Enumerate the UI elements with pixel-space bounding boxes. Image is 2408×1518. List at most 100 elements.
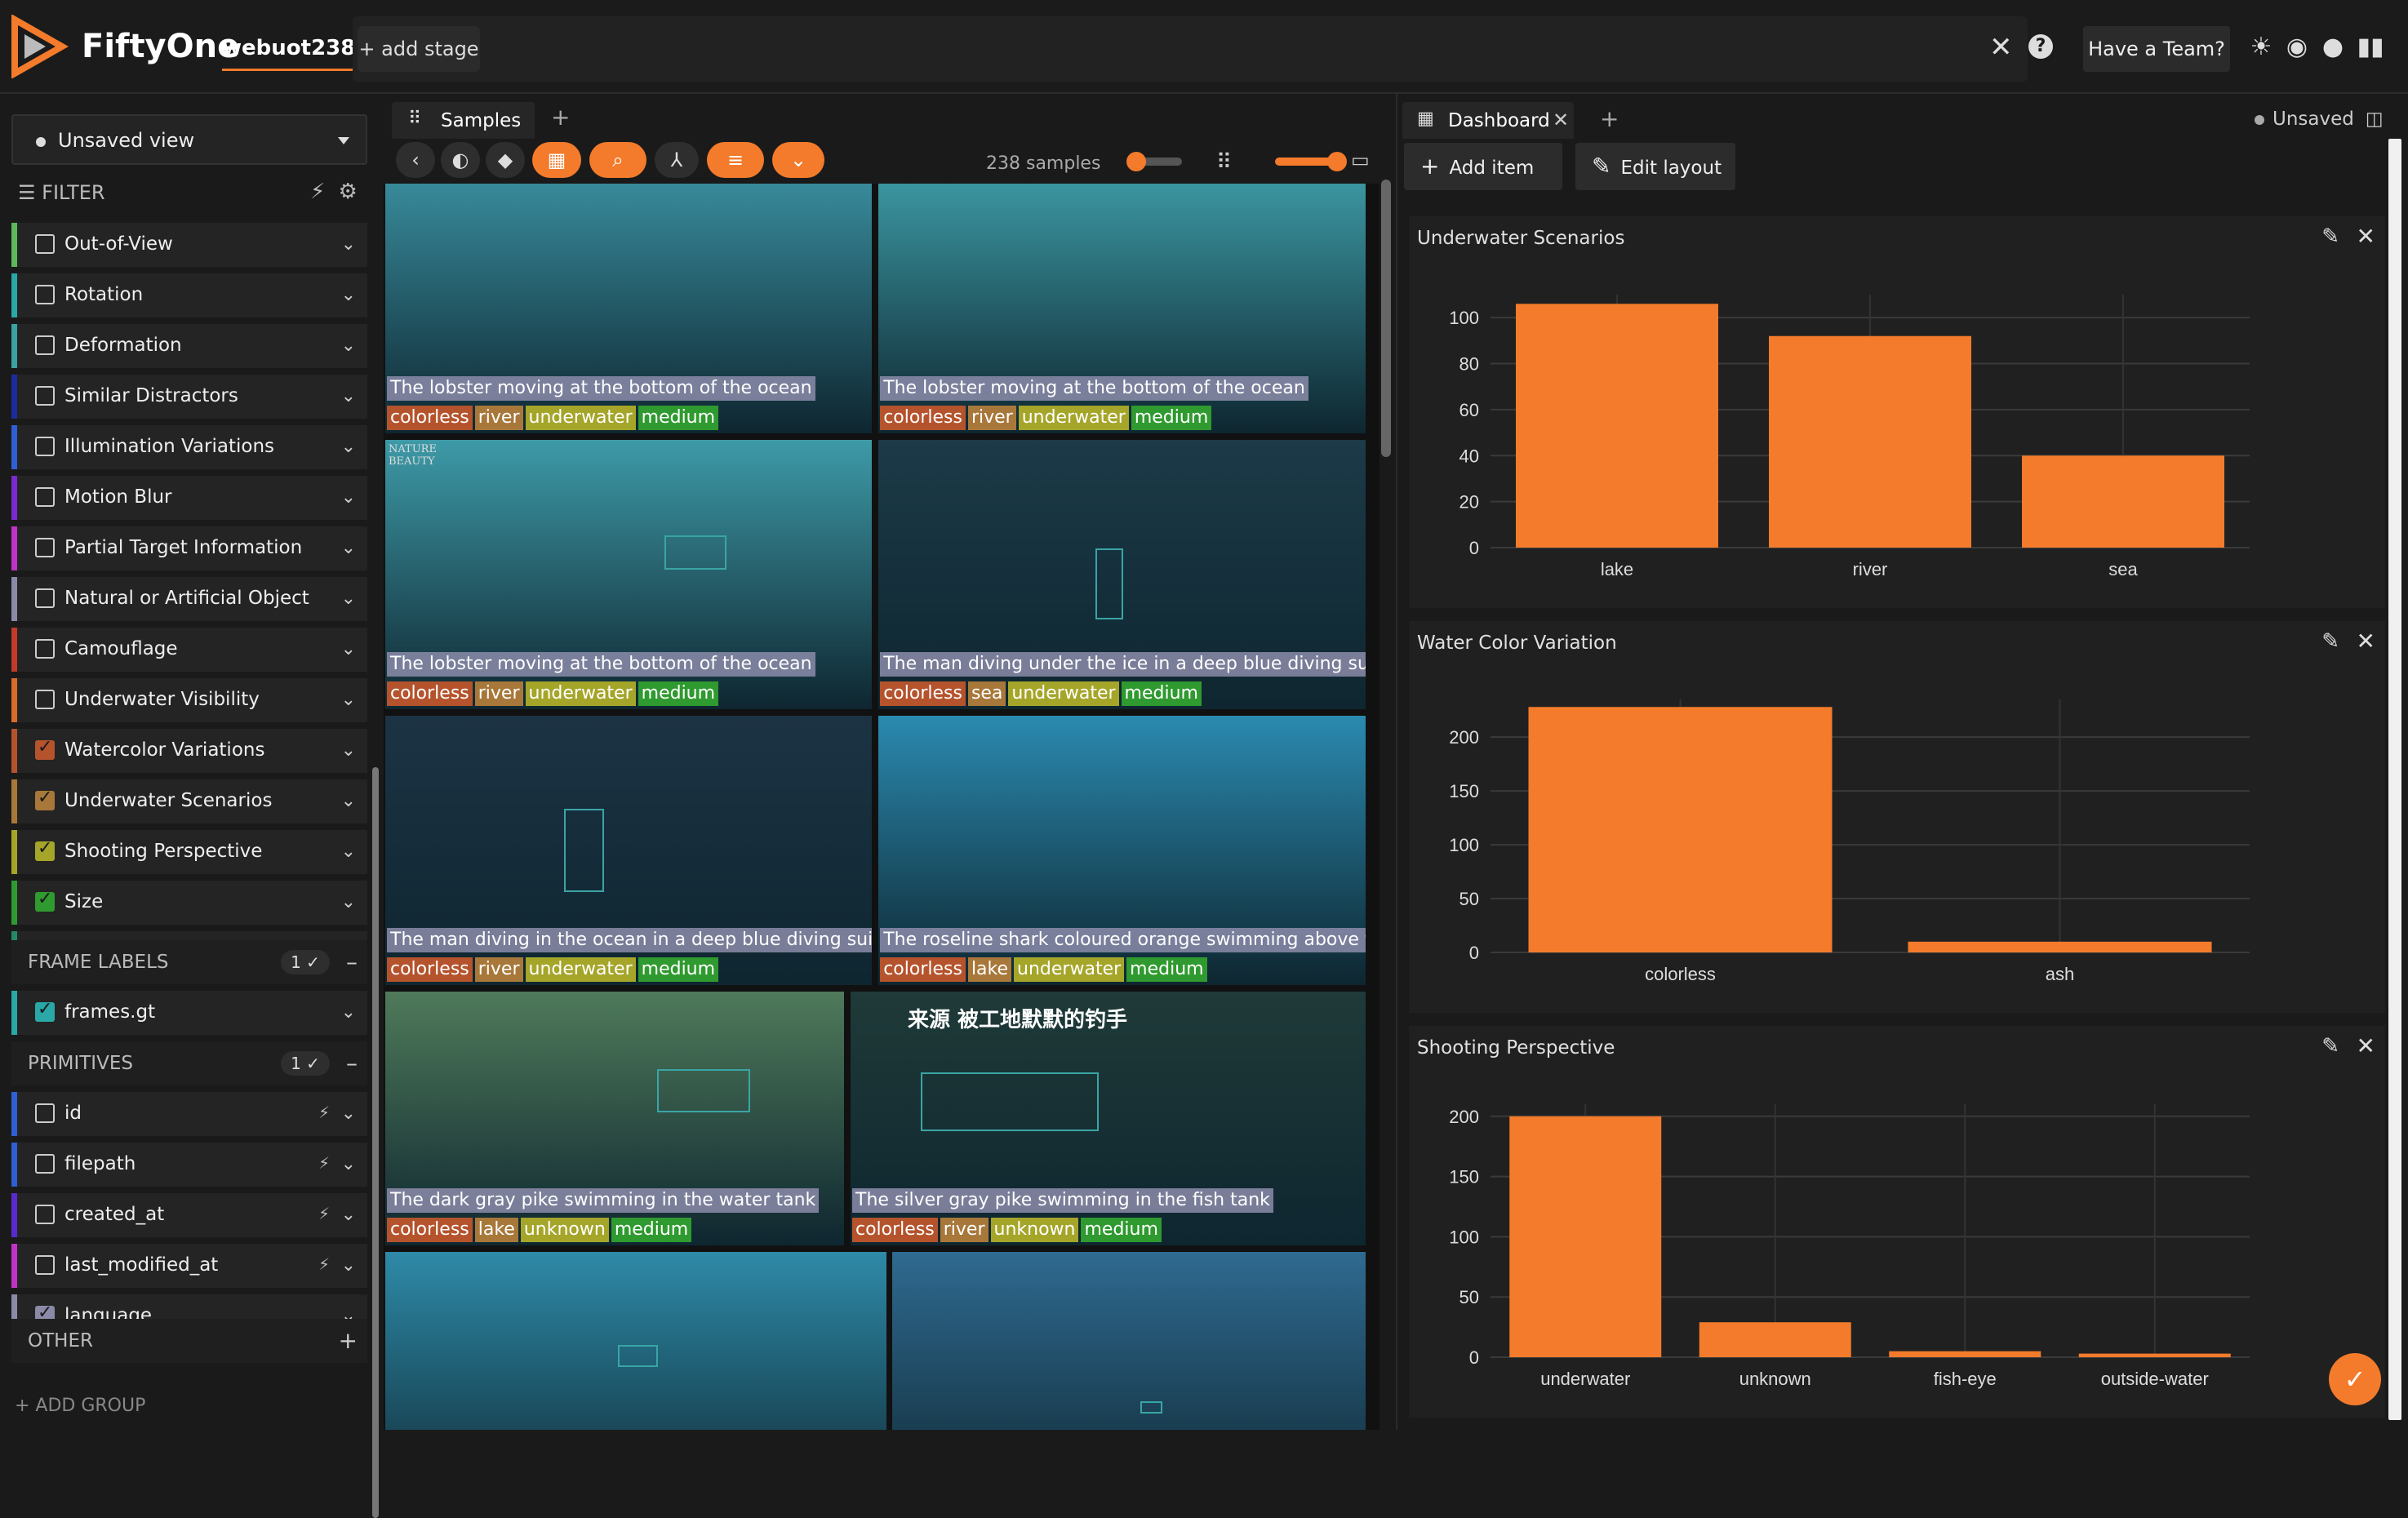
collapse-icon[interactable]: – xyxy=(346,948,358,975)
bar[interactable] xyxy=(2078,1353,2231,1357)
chevron-down-icon[interactable]: ⌄ xyxy=(341,487,356,508)
sidebar-field-camouflage[interactable]: Camouflage ⌄ xyxy=(11,628,367,672)
sidebar-field-motion-blur[interactable]: Motion Blur ⌄ xyxy=(11,476,367,520)
sidebar-field-frames-gt[interactable]: frames.gt ⌄ xyxy=(11,991,367,1035)
bar[interactable] xyxy=(2022,455,2224,548)
sidebar-field-similar-distractors[interactable]: Similar Distractors ⌄ xyxy=(11,375,367,419)
patches-icon[interactable]: ▦ xyxy=(532,142,581,178)
edit-icon[interactable]: ✎ xyxy=(2321,629,2339,654)
fiftyone-logo[interactable] xyxy=(10,15,69,78)
sidebar-field-natural-or-artificial-object[interactable]: Natural or Artificial Object ⌄ xyxy=(11,577,367,621)
field-checkbox[interactable] xyxy=(35,538,55,557)
sidebar-field-out-of-view[interactable]: Out-of-View ⌄ xyxy=(11,223,367,267)
close-icon[interactable]: ✕ xyxy=(2357,628,2375,655)
team-button[interactable]: Have a Team? xyxy=(2083,26,2230,72)
discord-icon[interactable]: ◉ xyxy=(2282,33,2312,62)
sidebar-field-illumination-variations[interactable]: Illumination Variations ⌄ xyxy=(11,425,367,469)
field-checkbox[interactable] xyxy=(35,639,55,659)
view-selector[interactable]: Unsaved view xyxy=(11,114,367,165)
add-icon[interactable]: + xyxy=(339,1327,358,1354)
chevron-down-icon[interactable]: ⌄ xyxy=(341,690,356,710)
chevron-down-icon[interactable]: ⌄ xyxy=(341,386,356,406)
chevron-down-icon[interactable]: ⌄ xyxy=(341,285,356,305)
github-icon[interactable]: ● xyxy=(2318,33,2348,62)
field-checkbox[interactable] xyxy=(35,1103,55,1123)
chevron-down-icon[interactable]: ⌄ xyxy=(341,841,356,862)
frame-labels-count[interactable]: 1 ✓ xyxy=(281,950,330,974)
close-icon[interactable]: ✕ xyxy=(1989,31,2013,64)
help-icon[interactable]: ? xyxy=(2028,34,2053,59)
sample-tile[interactable]: The stingray swimming in the seacolorles… xyxy=(891,1250,1367,1430)
lightning-icon[interactable]: ⚡ xyxy=(318,1153,330,1173)
sidebar-field-underwater-visibility[interactable]: Underwater Visibility ⌄ xyxy=(11,678,367,722)
chevron-down-icon[interactable]: ⌄ xyxy=(341,740,356,761)
search-icon[interactable]: ⌕ xyxy=(589,142,646,178)
list-icon[interactable]: ≡ xyxy=(707,142,764,178)
dataset-selector[interactable]: webuot238 xyxy=(222,36,356,71)
field-checkbox[interactable] xyxy=(35,234,55,254)
docs-icon[interactable]: ▮▮ xyxy=(2356,33,2385,62)
sidebar-field-last-modified-at[interactable]: last_modified_at ⌄ ⚡ xyxy=(11,1244,367,1288)
slider-knob[interactable] xyxy=(1126,152,1146,171)
sidebar-field-underwater-scenarios[interactable]: Underwater Scenarios ⌄ xyxy=(11,779,367,823)
tag-icon[interactable]: ◆ xyxy=(486,142,525,178)
field-checkbox[interactable] xyxy=(35,285,55,304)
add-tab-icon[interactable]: + xyxy=(551,104,570,131)
add-group-button[interactable]: + ADD GROUP xyxy=(15,1396,145,1416)
check-icon[interactable]: ✓ xyxy=(2329,1353,2381,1405)
sidebar-field-deformation[interactable]: Deformation ⌄ xyxy=(11,324,367,368)
sidebar-field-shooting-perspective[interactable]: Shooting Perspective ⌄ xyxy=(11,830,367,874)
field-checkbox[interactable] xyxy=(35,690,55,709)
frame-labels-section[interactable]: FRAME LABELS 1 ✓ – xyxy=(11,940,367,984)
lightning-icon[interactable]: ⚡ xyxy=(310,180,325,204)
field-checkbox[interactable] xyxy=(35,487,55,507)
close-icon[interactable]: ✕ xyxy=(2357,223,2375,250)
bar[interactable] xyxy=(1509,1116,1662,1357)
edit-layout-button[interactable]: ✎ Edit layout xyxy=(1575,143,1735,190)
tab-dashboard[interactable]: ▦ Dashboard ✕ xyxy=(1402,102,1574,139)
field-checkbox[interactable] xyxy=(35,737,55,760)
edit-icon[interactable]: ✎ xyxy=(2321,224,2339,249)
field-checkbox[interactable] xyxy=(35,1205,55,1224)
sidebar-scrollbar[interactable] xyxy=(372,767,379,1518)
grid-scrollbar[interactable] xyxy=(1381,180,1391,457)
grid-size-slider[interactable] xyxy=(1275,152,1347,171)
chevron-down-icon[interactable]: ⌄ xyxy=(341,1255,356,1276)
bar[interactable] xyxy=(1908,941,2212,952)
field-checkbox[interactable] xyxy=(35,386,55,406)
field-checkbox[interactable] xyxy=(35,437,55,456)
sample-tile[interactable]: The man diving in the ocean in a deep bl… xyxy=(384,713,874,988)
field-checkbox[interactable] xyxy=(35,335,55,355)
bar[interactable] xyxy=(1528,707,1833,952)
settings-icon[interactable]: ⚙ xyxy=(339,180,358,204)
close-tab-icon[interactable]: ✕ xyxy=(1553,109,1569,131)
grid-view-icon[interactable]: ⠿ xyxy=(1216,150,1232,175)
chevron-down-icon[interactable]: ⌄ xyxy=(341,892,356,912)
edit-icon[interactable]: ✎ xyxy=(2321,1034,2339,1059)
field-checkbox[interactable] xyxy=(35,588,55,608)
view-bar[interactable] xyxy=(353,16,2028,82)
sidebar-field-partial-target-information[interactable]: Partial Target Information ⌄ xyxy=(11,526,367,570)
chevron-down-icon[interactable]: ⌄ xyxy=(341,538,356,558)
sample-tile[interactable]: 来源 被工地默默的钓手 The silver gray pike swimming… xyxy=(849,990,1367,1248)
sample-tile[interactable]: The man diving under the ice in a deep b… xyxy=(877,437,1367,711)
sample-tile[interactable]: The lobster moving at the bottom of the … xyxy=(384,184,874,435)
theme-sun-icon[interactable]: ☀ xyxy=(2246,33,2276,62)
chevron-down-icon[interactable]: ⌄ xyxy=(772,142,824,178)
dashboard-scrollbar[interactable] xyxy=(2388,139,2401,1420)
sample-tile[interactable]: The roseline shark coloured orange swimm… xyxy=(877,713,1367,988)
primitives-count[interactable]: 1 ✓ xyxy=(281,1051,330,1076)
sidebar-field-filepath[interactable]: filepath ⌄ ⚡ xyxy=(11,1143,367,1187)
lightning-icon[interactable]: ⚡ xyxy=(318,1254,330,1274)
add-tab-icon[interactable]: + xyxy=(1600,105,1619,132)
collapse-icon[interactable]: – xyxy=(346,1050,358,1076)
chevron-down-icon[interactable]: ⌄ xyxy=(341,335,356,356)
chevron-down-icon[interactable]: ⌄ xyxy=(341,437,356,457)
sidebar-field-created-at[interactable]: created_at ⌄ ⚡ xyxy=(11,1193,367,1237)
bar[interactable] xyxy=(1889,1351,2041,1357)
sort-similar-icon[interactable]: ⅄ xyxy=(655,142,699,178)
chevron-down-icon[interactable]: ⌄ xyxy=(341,1154,356,1174)
field-checkbox[interactable] xyxy=(35,1154,55,1174)
field-checkbox[interactable] xyxy=(35,889,55,912)
window-icon[interactable]: ▭ xyxy=(1351,149,1370,171)
